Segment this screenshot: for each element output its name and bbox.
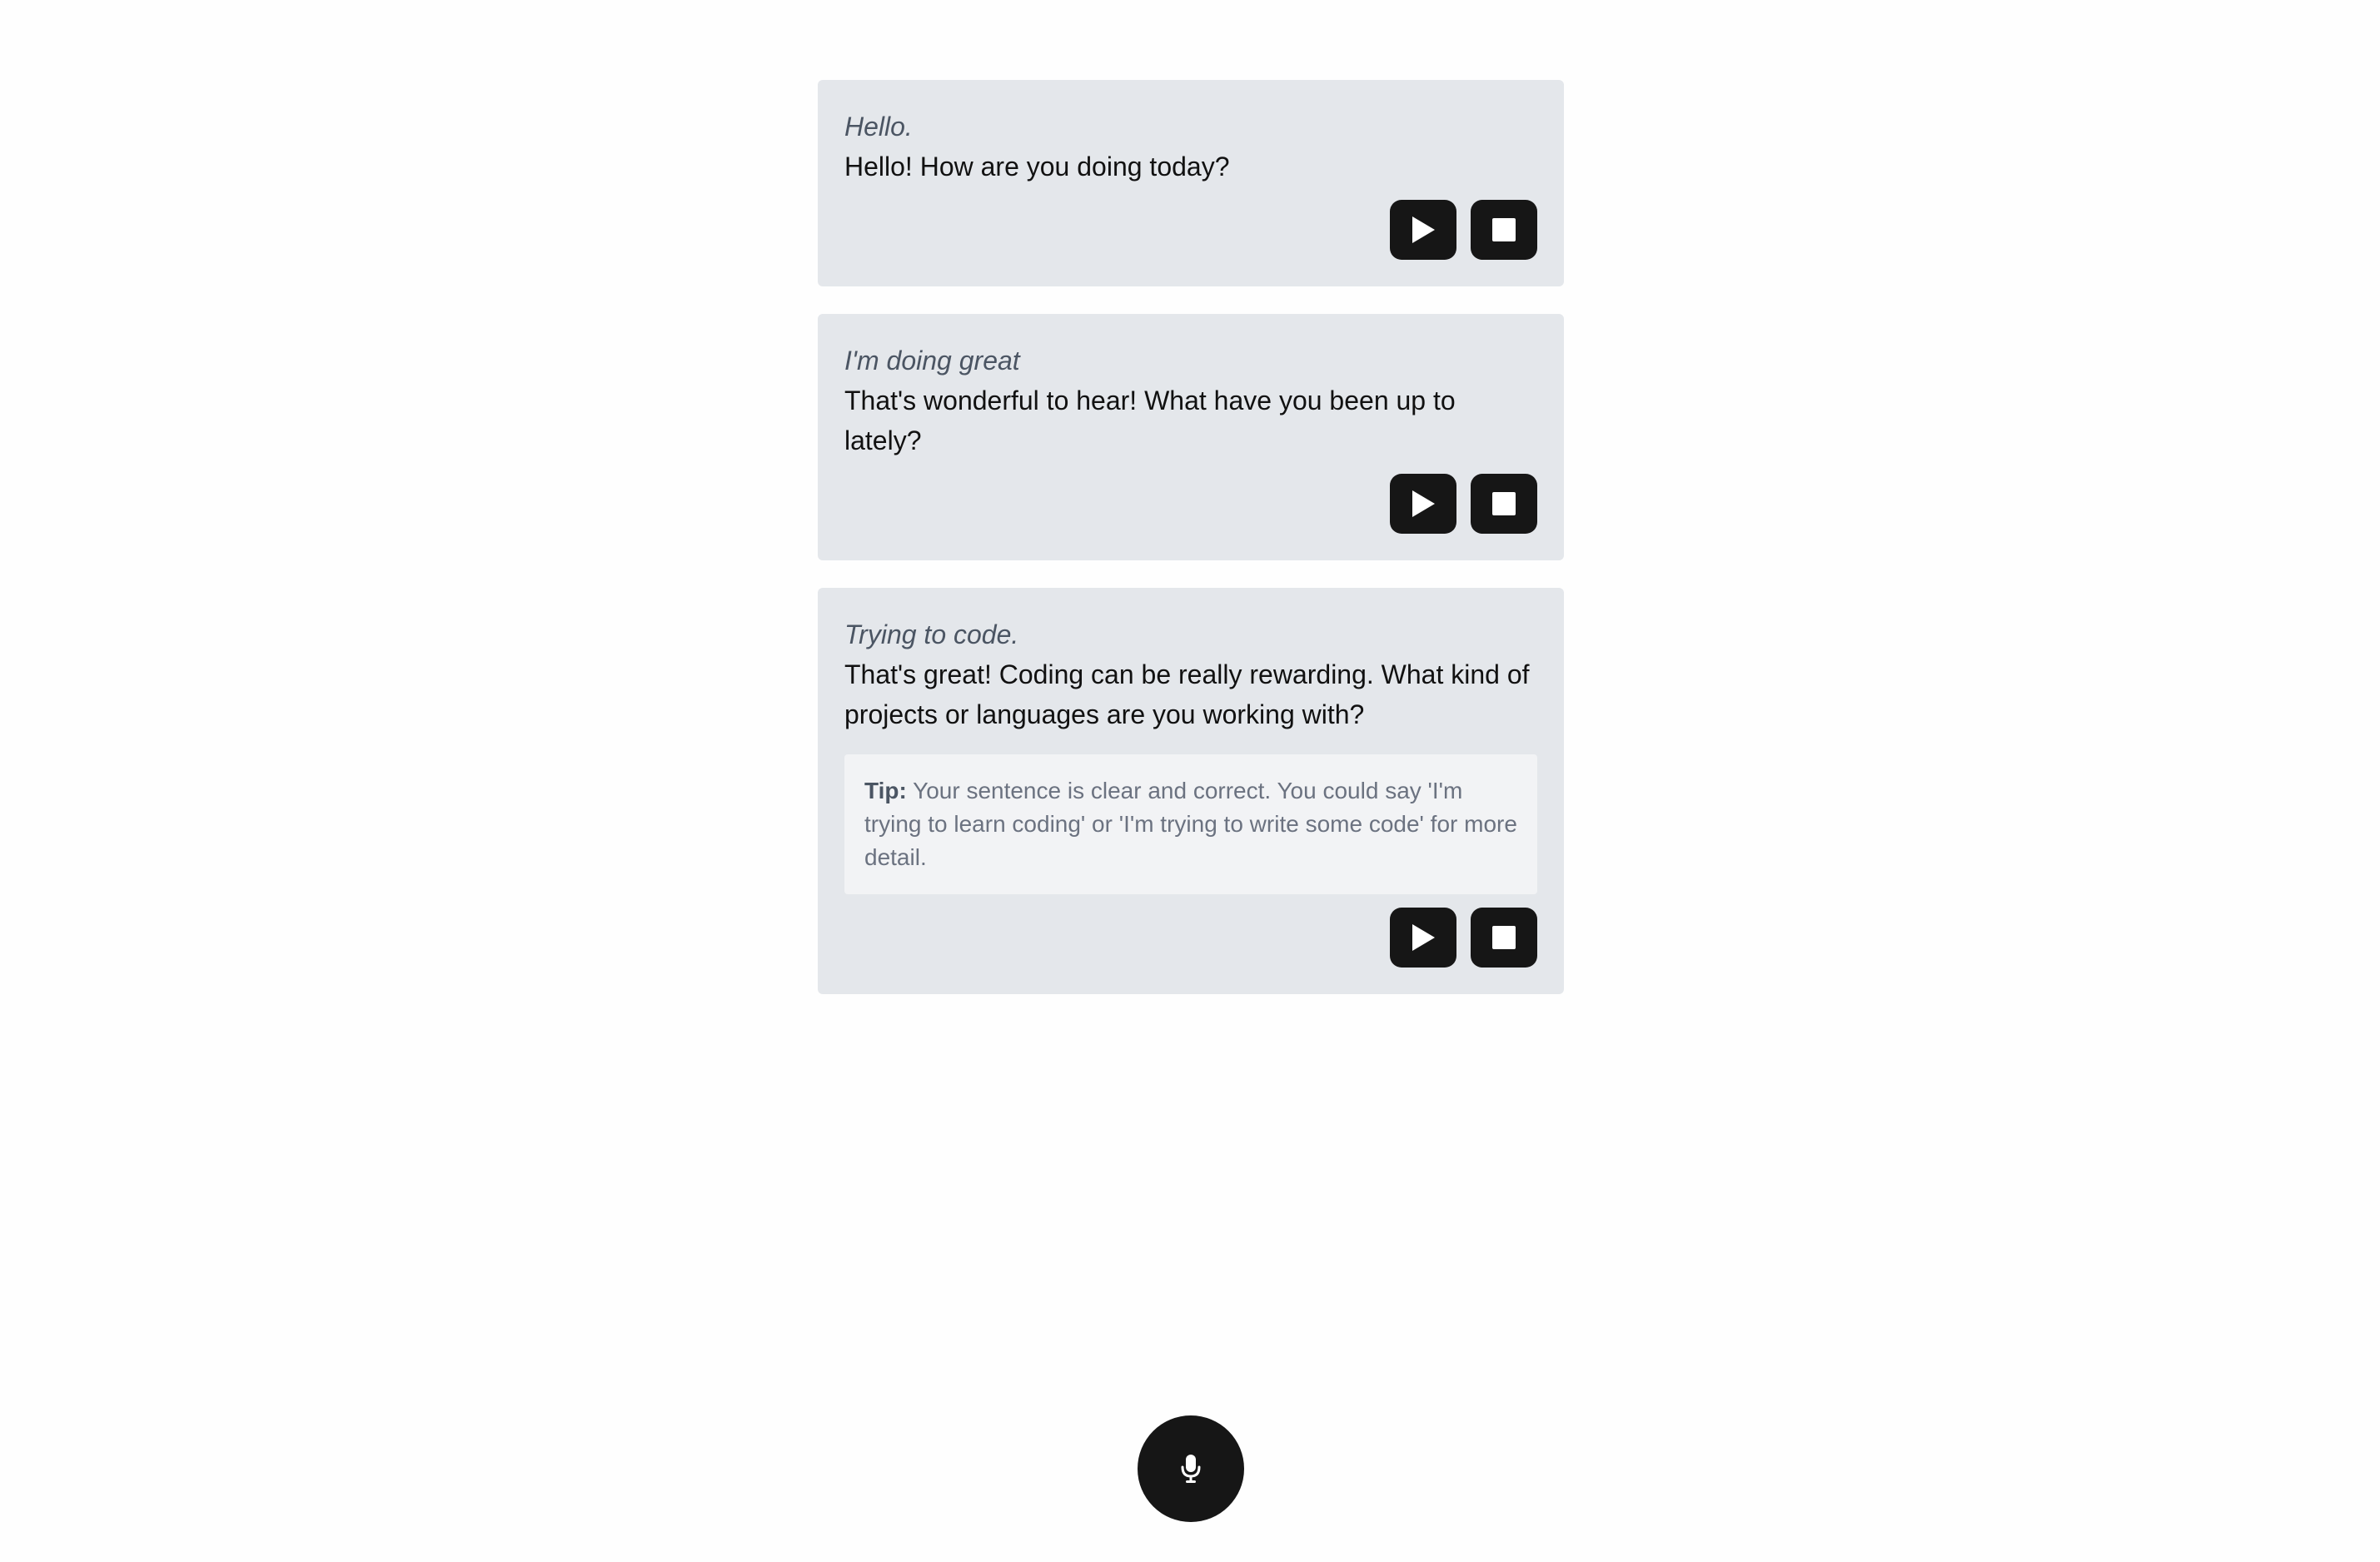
user-message-text: Hello. xyxy=(844,112,913,142)
stop-button[interactable] xyxy=(1471,200,1537,260)
microphone-icon xyxy=(1181,1455,1201,1483)
play-button[interactable] xyxy=(1390,474,1456,534)
user-message-text: I'm doing great xyxy=(844,346,1020,376)
conversation-list: Hello. Hello! How are you doing today? I… xyxy=(818,80,1564,1022)
audio-controls xyxy=(844,474,1537,534)
play-icon xyxy=(1412,216,1435,243)
stop-icon xyxy=(1492,926,1516,949)
message-card: Trying to code. That's great! Coding can… xyxy=(818,588,1564,994)
message-card: Hello. Hello! How are you doing today? xyxy=(818,80,1564,286)
audio-controls xyxy=(844,908,1537,968)
tip-label: Tip: xyxy=(864,778,907,803)
tip-text: Your sentence is clear and correct. You … xyxy=(864,778,1517,870)
tip-box: Tip: Your sentence is clear and correct.… xyxy=(844,754,1537,894)
play-icon xyxy=(1412,490,1435,517)
play-button[interactable] xyxy=(1390,908,1456,968)
stop-icon xyxy=(1492,492,1516,515)
stop-icon xyxy=(1492,218,1516,241)
play-icon xyxy=(1412,924,1435,951)
assistant-reply-text: Hello! How are you doing today? xyxy=(844,152,1230,182)
assistant-reply-text: That's wonderful to hear! What have you … xyxy=(844,386,1456,455)
stop-button[interactable] xyxy=(1471,908,1537,968)
microphone-button[interactable] xyxy=(1138,1415,1244,1522)
user-message-text: Trying to code. xyxy=(844,619,1019,649)
message-card: I'm doing great That's wonderful to hear… xyxy=(818,314,1564,560)
assistant-reply-text: That's great! Coding can be really rewar… xyxy=(844,659,1530,729)
play-button[interactable] xyxy=(1390,200,1456,260)
audio-controls xyxy=(844,200,1537,260)
stop-button[interactable] xyxy=(1471,474,1537,534)
